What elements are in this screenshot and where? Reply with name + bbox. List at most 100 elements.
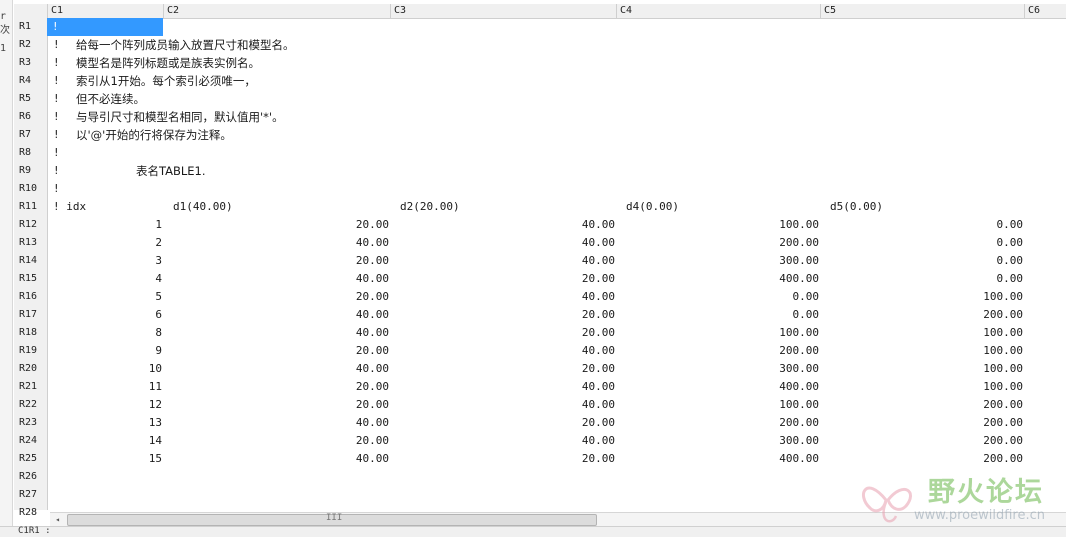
d5-header-cell[interactable]: d5(0.00) <box>830 198 883 216</box>
row-header[interactable]: R11 <box>14 198 47 216</box>
d2-cell[interactable]: 20.00 <box>390 360 615 378</box>
row-header[interactable]: R17 <box>14 306 47 324</box>
row-header[interactable]: R10 <box>14 180 47 198</box>
d2-cell[interactable]: 20.00 <box>390 270 615 288</box>
comment-mark[interactable]: ! <box>53 144 60 162</box>
row-header[interactable]: R3 <box>14 54 47 72</box>
row-header[interactable]: R9 <box>14 162 47 180</box>
column-header-c3[interactable]: C3 <box>390 4 616 18</box>
d5-cell[interactable]: 0.00 <box>820 234 1024 252</box>
d4-cell[interactable]: 400.00 <box>616 450 819 468</box>
d1-cell[interactable]: 40.00 <box>163 270 389 288</box>
d2-cell[interactable]: 20.00 <box>390 414 615 432</box>
comment-mark[interactable]: ! <box>53 126 60 144</box>
comment-text[interactable]: 但不必连续。 <box>76 90 145 108</box>
idx-cell[interactable]: 5 <box>47 288 162 306</box>
comment-text[interactable]: 模型名是阵列标题或是族表实例名。 <box>76 54 260 72</box>
idx-cell[interactable]: 13 <box>47 414 162 432</box>
d5-cell[interactable]: 100.00 <box>820 288 1023 306</box>
d1-cell[interactable]: 20.00 <box>163 252 389 270</box>
row-header[interactable]: R7 <box>14 126 47 144</box>
d4-cell[interactable]: 200.00 <box>616 342 819 360</box>
row-header[interactable]: R15 <box>14 270 47 288</box>
row-header[interactable]: R14 <box>14 252 47 270</box>
idx-header-cell[interactable]: ! idx <box>53 198 86 216</box>
idx-cell[interactable]: 12 <box>47 396 162 414</box>
d5-cell[interactable]: 200.00 <box>820 414 1023 432</box>
d5-cell[interactable]: 200.00 <box>820 306 1023 324</box>
row-header[interactable]: R26 <box>14 468 47 486</box>
d1-cell[interactable]: 40.00 <box>163 450 389 468</box>
d1-cell[interactable]: 20.00 <box>163 288 389 306</box>
d2-cell[interactable]: 40.00 <box>390 432 615 450</box>
comment-text[interactable]: 索引从1开始。每个索引必须唯一， <box>76 72 256 90</box>
d2-cell[interactable]: 20.00 <box>390 324 615 342</box>
row-header[interactable]: R28 <box>14 504 47 522</box>
comment-text[interactable]: 给每一个阵列成员输入放置尺寸和模型名。 <box>76 36 295 54</box>
d1-cell[interactable]: 40.00 <box>163 234 389 252</box>
row-header[interactable]: R22 <box>14 396 47 414</box>
d4-cell[interactable]: 300.00 <box>616 252 819 270</box>
idx-cell[interactable]: 14 <box>47 432 162 450</box>
idx-cell[interactable]: 6 <box>47 306 162 324</box>
d2-cell[interactable]: 40.00 <box>390 288 615 306</box>
row-header[interactable]: R24 <box>14 432 47 450</box>
d5-cell[interactable]: 0.00 <box>820 216 1024 234</box>
d5-cell[interactable]: 0.00 <box>820 270 1024 288</box>
row-header[interactable]: R1 <box>14 18 47 36</box>
scroll-left-arrow-icon[interactable]: ◂ <box>50 513 65 526</box>
d2-header-cell[interactable]: d2(20.00) <box>400 198 460 216</box>
d4-cell[interactable]: 100.00 <box>616 396 819 414</box>
d4-cell[interactable]: 200.00 <box>616 414 819 432</box>
d2-cell[interactable]: 20.00 <box>390 306 615 324</box>
comment-mark[interactable]: ! <box>53 36 60 54</box>
row-header[interactable]: R20 <box>14 360 47 378</box>
d4-cell[interactable]: 300.00 <box>616 360 819 378</box>
d2-cell[interactable]: 40.00 <box>390 378 615 396</box>
d5-cell[interactable]: 200.00 <box>820 432 1023 450</box>
row-header[interactable]: R18 <box>14 324 47 342</box>
d1-cell[interactable]: 40.00 <box>163 324 389 342</box>
idx-cell[interactable]: 3 <box>47 252 162 270</box>
d2-cell[interactable]: 40.00 <box>390 396 615 414</box>
column-header-c1[interactable]: C1 <box>47 4 163 18</box>
table-name-text[interactable]: 表名TABLE1. <box>136 162 206 180</box>
comment-mark[interactable]: ! <box>53 180 60 198</box>
comment-mark[interactable]: ! <box>53 54 60 72</box>
d5-cell[interactable]: 100.00 <box>820 360 1023 378</box>
d1-cell[interactable]: 20.00 <box>163 396 389 414</box>
row-header[interactable]: R4 <box>14 72 47 90</box>
d4-cell[interactable]: 400.00 <box>616 270 819 288</box>
d5-cell[interactable]: 200.00 <box>820 396 1023 414</box>
idx-cell[interactable]: 11 <box>47 378 162 396</box>
column-header-c2[interactable]: C2 <box>163 4 390 18</box>
d4-cell[interactable]: 100.00 <box>616 216 819 234</box>
comment-mark[interactable]: ! <box>53 108 60 126</box>
d2-cell[interactable]: 40.00 <box>390 342 615 360</box>
d1-header-cell[interactable]: d1(40.00) <box>173 198 233 216</box>
d1-cell[interactable]: 20.00 <box>163 342 389 360</box>
idx-cell[interactable]: 1 <box>47 216 162 234</box>
comment-mark[interactable]: ! <box>53 90 60 108</box>
idx-cell[interactable]: 10 <box>47 360 162 378</box>
d5-cell[interactable]: 100.00 <box>820 342 1023 360</box>
row-header[interactable]: R12 <box>14 216 47 234</box>
row-header[interactable]: R25 <box>14 450 47 468</box>
d4-cell[interactable]: 0.00 <box>616 306 820 324</box>
d5-cell[interactable]: 0.00 <box>820 252 1024 270</box>
row-header[interactable]: R27 <box>14 486 47 504</box>
d5-cell[interactable]: 200.00 <box>820 450 1023 468</box>
column-header-c5[interactable]: C5 <box>820 4 1024 18</box>
idx-cell[interactable]: 8 <box>47 324 162 342</box>
d2-cell[interactable]: 40.00 <box>390 234 615 252</box>
d5-cell[interactable]: 100.00 <box>820 378 1023 396</box>
d4-cell[interactable]: 200.00 <box>616 234 819 252</box>
column-header-c6[interactable]: C6 <box>1024 4 1066 18</box>
d4-cell[interactable]: 100.00 <box>616 324 819 342</box>
d4-cell[interactable]: 0.00 <box>616 288 820 306</box>
d2-cell[interactable]: 40.00 <box>390 216 615 234</box>
selected-cell[interactable]: ! <box>47 18 163 36</box>
scrollbar-thumb[interactable]: III <box>67 513 597 526</box>
d1-cell[interactable]: 40.00 <box>163 306 389 324</box>
row-header[interactable]: R5 <box>14 90 47 108</box>
